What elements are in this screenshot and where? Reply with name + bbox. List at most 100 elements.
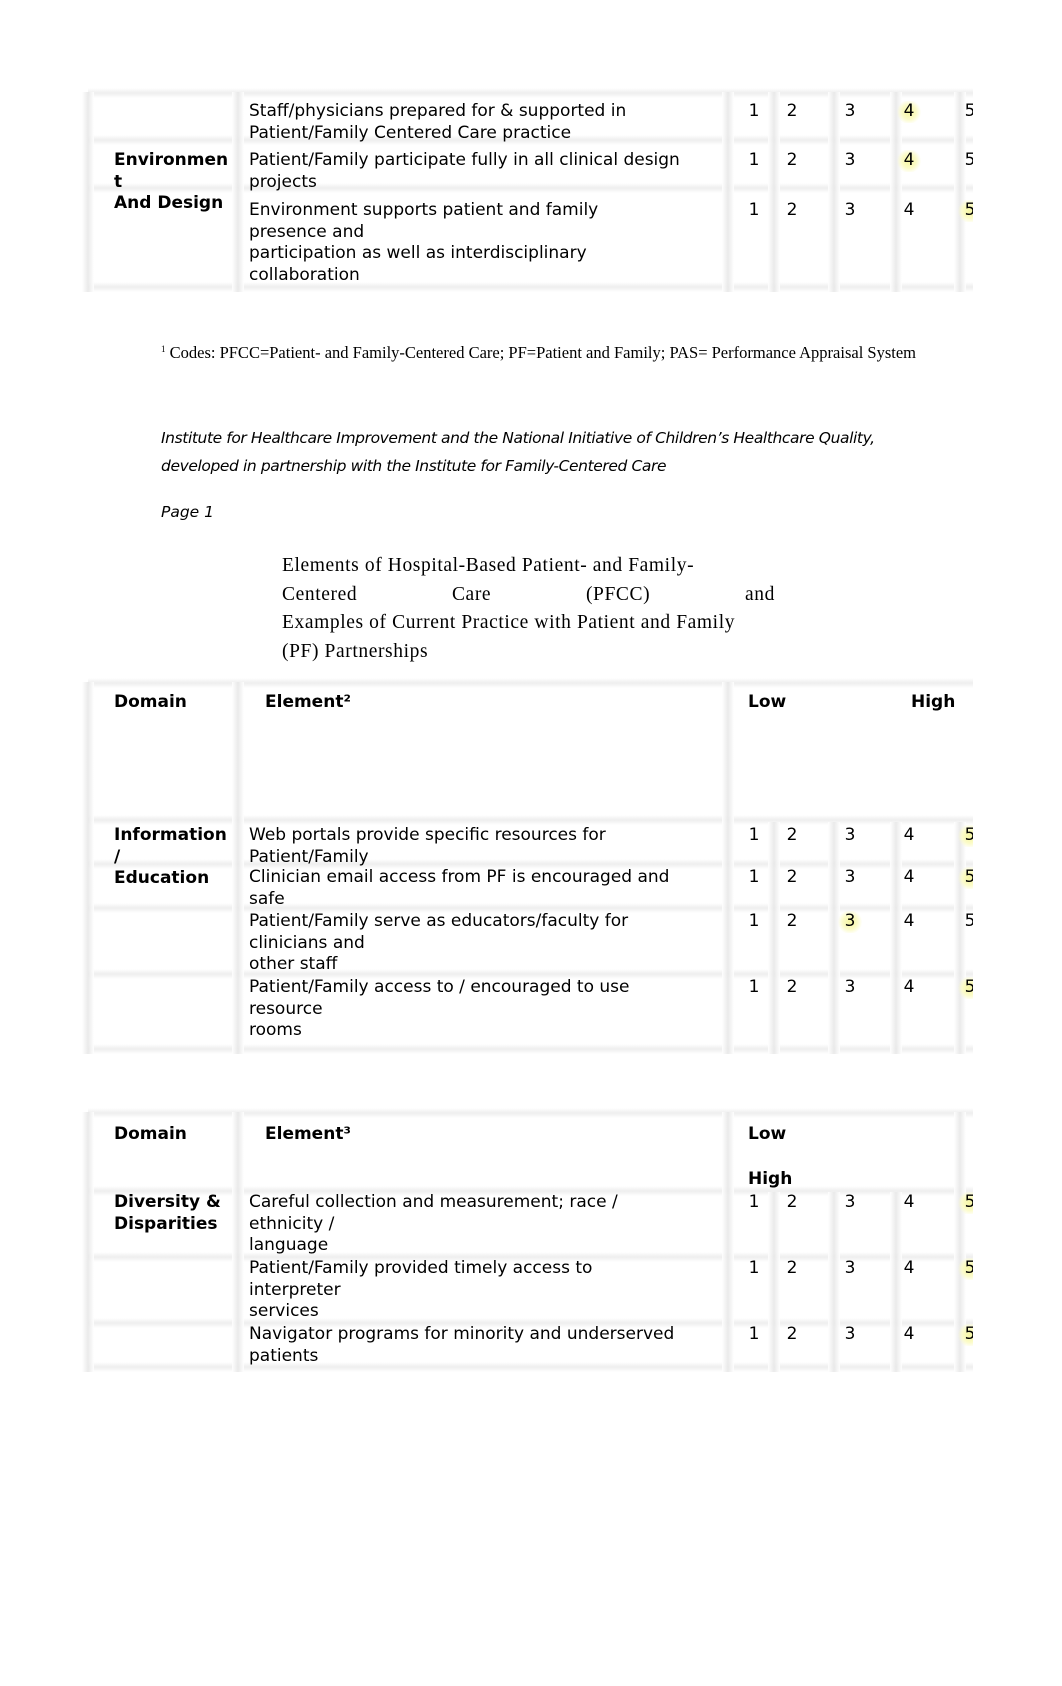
domain-line: / — [114, 846, 121, 867]
score-option[interactable]: 3 — [838, 825, 862, 847]
score-option[interactable]: 3 — [838, 150, 862, 172]
header-element: Element² — [265, 692, 351, 712]
element-line: ethnicity / — [249, 1213, 335, 1234]
score-option-selected[interactable]: 5 — [958, 825, 973, 847]
element-line: Clinician email access from PF is encour… — [249, 867, 670, 887]
score-option[interactable]: 2 — [780, 1324, 804, 1346]
domain-line: Diversity & — [114, 1192, 221, 1212]
score-option[interactable]: 1 — [742, 1192, 766, 1214]
title-line: Examples of Current Practice with Patien… — [282, 612, 736, 633]
credit-line: Institute for Healthcare Improvement and… — [161, 429, 875, 447]
score-option[interactable]: 3 — [838, 1192, 862, 1214]
score-option[interactable]: 1 — [742, 911, 766, 933]
element-line: services — [249, 1301, 319, 1321]
score-option-selected[interactable]: 5 — [958, 200, 973, 222]
header-domain: Domain — [114, 692, 187, 712]
score-option[interactable]: 2 — [780, 200, 804, 222]
score-option[interactable]: 1 — [742, 977, 766, 999]
score-option[interactable]: 4 — [897, 1258, 921, 1280]
score-option[interactable]: 1 — [742, 867, 766, 889]
element-cell: Web portals provide specific resources f… — [249, 825, 606, 868]
score-option[interactable]: 2 — [780, 1192, 804, 1214]
score-option[interactable]: 3 — [838, 200, 862, 222]
score-option[interactable]: 2 — [780, 1258, 804, 1280]
score-option[interactable]: 4 — [897, 825, 921, 847]
footnote-text: Codes: PFCC=Patient- and Family-Centered… — [169, 343, 917, 362]
domain-line: And Design — [114, 193, 224, 213]
element-cell: Patient/Family access to / encouraged to… — [249, 977, 629, 1042]
score-option[interactable]: 4 — [897, 200, 921, 222]
element-line: presence and — [249, 221, 365, 242]
credit-text: Institute for Healthcare Improvement and… — [161, 424, 961, 480]
score-option[interactable]: 2 — [780, 977, 804, 999]
element-line: safe — [249, 888, 285, 909]
score-option-selected[interactable]: 5 — [958, 977, 973, 999]
score-option[interactable]: 4 — [897, 1192, 921, 1214]
header-high: High — [911, 692, 956, 712]
score-option[interactable]: 2 — [780, 911, 804, 933]
domain-cell: Diversity & Disparities — [114, 1192, 221, 1235]
title-word: Centered — [282, 583, 358, 605]
page-number: Page 1 — [161, 503, 215, 521]
footnote: 1 Codes: PFCC=Patient- and Family-Center… — [161, 339, 941, 363]
score-option-selected[interactable]: 5 — [958, 1192, 973, 1214]
title-line: (PF) Partnerships — [282, 640, 429, 662]
score-option[interactable]: 3 — [838, 101, 862, 123]
title-word: Care — [451, 583, 492, 605]
title-word: and — [745, 583, 775, 605]
title-line: Elements of Hospital-Based Patient- and … — [282, 555, 695, 576]
score-option-selected[interactable]: 5 — [958, 867, 973, 889]
score-option[interactable]: 1 — [742, 825, 766, 847]
score-option[interactable]: 3 — [838, 867, 862, 889]
score-option-selected[interactable]: 5 — [958, 1258, 973, 1280]
score-option[interactable]: 5 — [958, 911, 973, 933]
score-option[interactable]: 3 — [838, 1258, 862, 1280]
domain-line: t — [114, 171, 123, 192]
score-option[interactable]: 4 — [897, 911, 921, 933]
score-option[interactable]: 1 — [742, 150, 766, 172]
element-line: clinicians and — [249, 932, 365, 953]
header-low: Low — [748, 1124, 787, 1144]
element-line: projects — [249, 171, 317, 192]
score-option[interactable]: 1 — [742, 101, 766, 123]
element-line: patients — [249, 1345, 319, 1366]
score-option[interactable]: 4 — [897, 867, 921, 889]
score-option[interactable]: 3 — [838, 1324, 862, 1346]
element-line: collaboration — [249, 264, 360, 285]
score-option-selected[interactable]: 3 — [838, 911, 862, 933]
footnote-marker: 1 — [161, 344, 166, 354]
score-option[interactable]: 1 — [742, 1258, 766, 1280]
score-option-selected[interactable]: 4 — [897, 150, 921, 172]
header-low: Low — [748, 692, 787, 712]
element-line: Patient/Family access to / encouraged to… — [249, 977, 630, 997]
header-element: Element³ — [265, 1124, 351, 1144]
element-line: Patient/Family provided timely access to — [249, 1258, 593, 1278]
score-option[interactable]: 1 — [742, 200, 766, 222]
score-option[interactable]: 5 — [958, 150, 973, 172]
table-diversity-disparities: Domain Element³ Low High D kı Diversity … — [82, 1108, 973, 1372]
domain-line: Information — [114, 825, 227, 845]
score-option-selected[interactable]: 4 — [897, 101, 921, 123]
document-page: Environmen t And Design Staff/physicians… — [0, 0, 973, 1686]
table-information-education: Domain Element² Low High l I Information… — [82, 678, 973, 1054]
score-option[interactable]: 2 — [780, 825, 804, 847]
domain-line: Disparities — [114, 1213, 218, 1234]
title-line: Centered Care (PFCC) and — [282, 581, 775, 610]
table-environment-design: Environmen t And Design Staff/physicians… — [82, 88, 973, 292]
score-option[interactable]: 5 — [958, 101, 973, 123]
element-cell: Navigator programs for minority and unde… — [249, 1324, 674, 1367]
score-option[interactable]: 2 — [780, 867, 804, 889]
score-option-selected[interactable]: 5 — [958, 1324, 973, 1346]
score-option[interactable]: 2 — [780, 150, 804, 172]
score-option[interactable]: 3 — [838, 977, 862, 999]
score-option[interactable]: 4 — [897, 977, 921, 999]
element-line: resource — [249, 998, 323, 1019]
element-cell: Staff/physicians prepared for & supporte… — [249, 101, 626, 144]
element-line: participation as well as interdisciplina… — [249, 243, 587, 263]
domain-cell: Information / Education — [114, 825, 227, 890]
score-option[interactable]: 1 — [742, 1324, 766, 1346]
element-line: Patient/Family serve as educators/facult… — [249, 911, 629, 931]
score-option[interactable]: 4 — [897, 1324, 921, 1346]
score-option[interactable]: 2 — [780, 101, 804, 123]
header-high: High — [748, 1169, 793, 1189]
